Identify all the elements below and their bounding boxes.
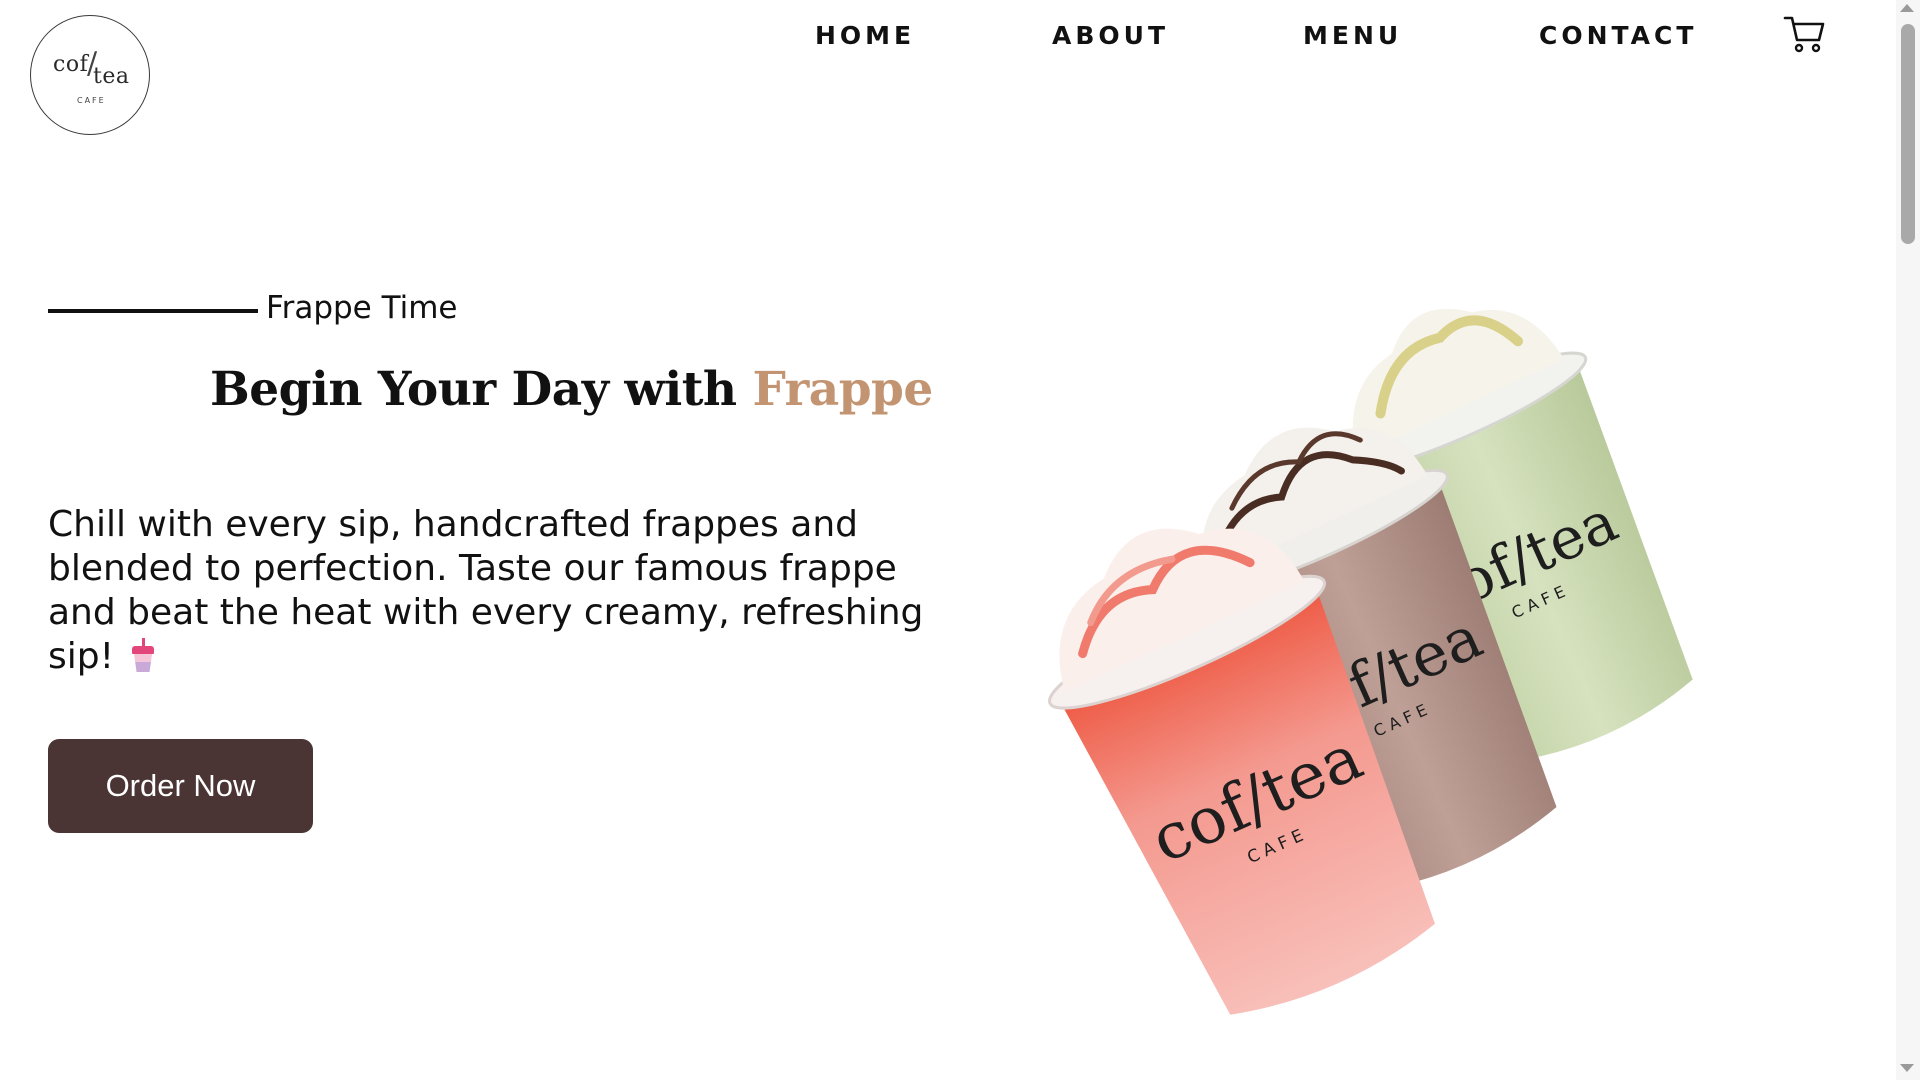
scroll-up-arrow-icon[interactable] [1900,4,1914,12]
eyebrow-divider [48,309,258,313]
hero-headline: Begin Your Day with Frappe [210,362,933,417]
logo[interactable]: cof / tea CAFE [30,15,150,135]
description-text: Chill with every sip, handcrafted frappe… [48,504,924,677]
logo-subtitle: CAFE [77,96,106,105]
nav-contact[interactable]: CONTACT [1539,21,1697,50]
nav-home[interactable]: HOME [815,21,915,50]
order-now-button[interactable]: Order Now [48,739,313,833]
scrollbar-thumb[interactable] [1901,24,1915,244]
cart-icon[interactable] [1783,14,1827,54]
scroll-down-arrow-icon[interactable] [1900,1064,1914,1072]
hero-description: Chill with every sip, handcrafted frappe… [48,503,948,679]
nav-menu[interactable]: MENU [1303,21,1402,50]
logo-text-cof: cof [53,52,89,77]
page: cof / tea CAFE HOME ABOUT MENU CONTACT F… [0,0,1920,1080]
headline-accent: Frappe [752,362,933,417]
logo-text-tea: tea [93,64,130,89]
nav-about[interactable]: ABOUT [1052,21,1169,50]
eyebrow-text: Frappe Time [266,290,458,326]
headline-prefix: Begin Your Day with [210,362,753,417]
frappe-cups-image: cof/tea CAFE cof/tea CAFE cof/tea CAFE [1048,308,1693,1015]
cup-emoji-icon [132,638,155,672]
